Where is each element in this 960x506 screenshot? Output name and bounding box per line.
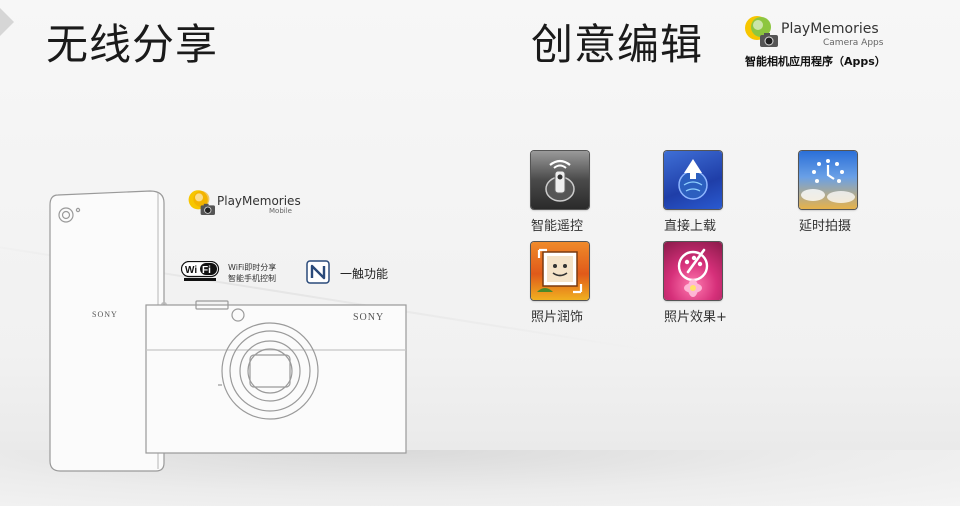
direct-upload-icon [664, 151, 722, 209]
camera-outline [145, 300, 407, 454]
app-picture-effect-plus[interactable]: 照片效果+ [664, 242, 754, 325]
app-label: 照片润饰 [531, 310, 584, 325]
playmemories-logo-icon [745, 16, 778, 47]
app-direct-upload[interactable]: 直接上载 [664, 151, 754, 234]
app-photo-retouch[interactable]: 照片润饰 [531, 242, 621, 325]
smart-remote-icon [531, 151, 589, 209]
camera-brand-mark: SONY [353, 312, 384, 323]
app-label: 延时拍摄 [799, 219, 852, 234]
logo-subname: Camera Apps [823, 38, 884, 48]
app-smart-remote[interactable]: 智能遥控 [531, 151, 621, 234]
app-label: 智能遥控 [531, 219, 584, 234]
corner-arrow-decoration [0, 8, 14, 36]
phone-and-camera-illustration: SONY SONY [49, 190, 407, 472]
wireless-share-title: 无线分享 [46, 20, 219, 69]
app-time-lapse[interactable]: 延时拍摄 [799, 151, 889, 234]
camera-apps-caption: 智能相机应用程序（Apps） [745, 55, 886, 68]
logo-name: PlayMemories [781, 21, 879, 37]
app-label: 直接上载 [664, 219, 717, 234]
creative-edit-title: 创意编辑 [531, 20, 704, 69]
photo-retouch-icon [531, 242, 589, 300]
playmemories-camera-apps-logo: PlayMemories Camera Apps [743, 14, 903, 54]
app-label: 照片效果+ [664, 310, 727, 325]
time-lapse-icon [799, 151, 857, 209]
phone-brand-mark: SONY [92, 310, 118, 319]
picture-effect-plus-icon [664, 242, 722, 300]
